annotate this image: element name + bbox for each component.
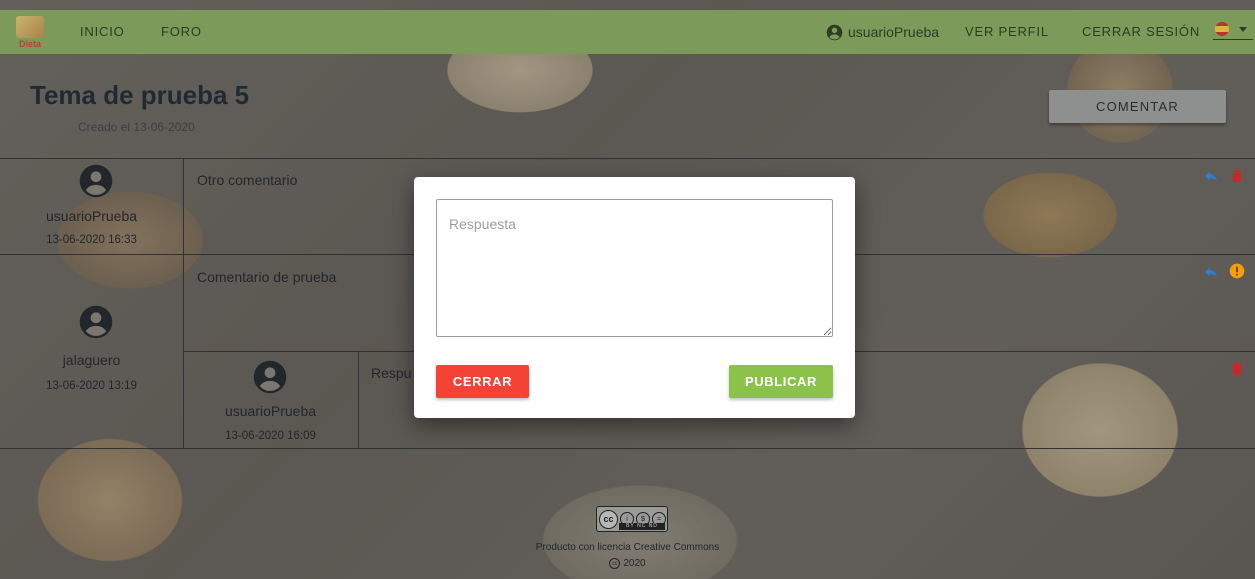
divider: [0, 158, 1255, 159]
reply-icon[interactable]: [1203, 264, 1219, 280]
comment-author: jalaguero: [62, 352, 121, 368]
select-underline: [1213, 39, 1253, 40]
site-logo[interactable]: Dieta: [10, 12, 50, 52]
reply-text: Respu: [371, 365, 412, 381]
badge-strip-text: BY NC ND: [619, 523, 665, 530]
comentar-button[interactable]: COMENTAR: [1049, 90, 1226, 123]
footer-year: 2020: [623, 558, 646, 569]
comment-text: Otro comentario: [197, 172, 298, 188]
account-circle-icon: [826, 24, 843, 40]
creative-commons-badge[interactable]: cc i $ = BY NC ND: [596, 506, 668, 532]
divider: [0, 448, 1255, 449]
cc-icon: cc: [599, 509, 618, 529]
delete-icon[interactable]: [1229, 361, 1245, 377]
comment-text: Comentario de prueba: [197, 269, 337, 285]
report-icon[interactable]: [1229, 263, 1245, 279]
reply-author: usuarioPrueba: [224, 403, 317, 419]
logo-text: Dieta: [18, 38, 41, 49]
avatar-icon: [79, 305, 113, 339]
cc-mini-icon: cc: [609, 558, 621, 569]
nav-foro-link[interactable]: FORO: [161, 10, 202, 54]
spain-flag-icon: [1215, 22, 1229, 36]
delete-icon[interactable]: [1229, 168, 1245, 184]
publish-button[interactable]: PUBLICAR: [729, 365, 833, 398]
divider: [358, 351, 359, 448]
reply-icon[interactable]: [1203, 168, 1219, 184]
footer-copyright: cc 2020: [0, 558, 1255, 569]
topic-title: Tema de prueba 5: [30, 80, 250, 110]
ver-perfil-link[interactable]: VER PERFIL: [965, 10, 1049, 54]
comment-date: 13-06-2020 13:19: [46, 380, 137, 392]
avatar-icon: [253, 360, 287, 394]
reply-textarea[interactable]: [436, 199, 833, 337]
avatar-icon: [79, 164, 113, 198]
topic-created-date: Creado el 13-06-2020: [78, 120, 195, 134]
comment-author: usuarioPrueba: [45, 208, 138, 224]
reply-modal: CERRAR PUBLICAR: [414, 177, 855, 418]
license-text: Producto con licencia Creative Commons: [535, 542, 720, 553]
nav-inicio-link[interactable]: INICIO: [80, 10, 125, 54]
username-label: usuarioPrueba: [848, 24, 940, 40]
comment-date: 13-06-2020 16:33: [46, 234, 137, 246]
chevron-down-icon: [1239, 26, 1247, 32]
top-navbar: Dieta INICIO FORO usuarioPrueba VER PERF…: [0, 10, 1255, 54]
current-user: usuarioPrueba: [826, 10, 939, 54]
logo-image: [16, 15, 44, 38]
reply-date: 13-06-2020 16:09: [225, 430, 316, 442]
cerrar-sesion-link[interactable]: CERRAR SESIÓN: [1082, 10, 1200, 54]
language-select[interactable]: [1215, 22, 1247, 36]
close-button[interactable]: CERRAR: [436, 365, 529, 398]
